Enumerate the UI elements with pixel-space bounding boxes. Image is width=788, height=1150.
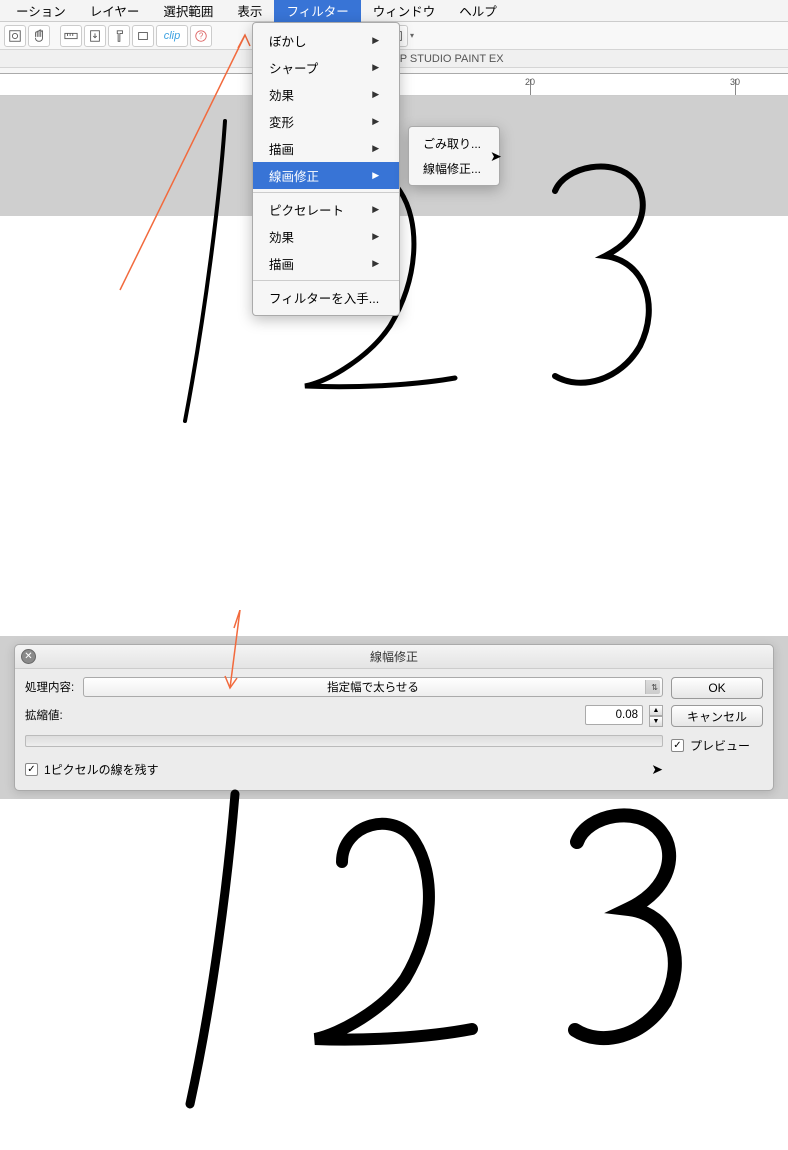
chevron-right-icon: ▶: [372, 143, 379, 154]
preview-label: プレビュー: [690, 737, 750, 754]
filter-blur[interactable]: ぼかし▶: [253, 27, 399, 54]
filter-get-filters[interactable]: フィルターを入手...: [253, 284, 399, 311]
submenubtn-line-width-correct[interactable]: 線幅修正...: [409, 156, 499, 181]
dialog-backdrop: ✕ 線幅修正 処理内容: 指定幅で太らせる ⇅ 拡縮値: ▲: [0, 636, 788, 1119]
mouse-cursor-icon: ➤: [490, 148, 502, 165]
menu-separator: [253, 280, 399, 281]
ruler-tick: 20: [525, 77, 535, 87]
ruler-icon[interactable]: [60, 25, 82, 47]
ruler-tick: 30: [730, 77, 740, 87]
drawn-digit-3-thick: [555, 804, 715, 1074]
preview-checkbox[interactable]: ✓: [671, 739, 684, 752]
cancel-button[interactable]: キャンセル: [671, 705, 763, 727]
chevron-right-icon: ▶: [372, 170, 379, 181]
mouse-cursor-icon: ➤: [651, 761, 663, 778]
chevron-right-icon: ▶: [372, 89, 379, 100]
step-down-icon[interactable]: ▼: [649, 716, 663, 727]
menu-animation[interactable]: ーション: [4, 0, 78, 23]
menu-view[interactable]: 表示: [225, 0, 274, 23]
line-width-dialog: ✕ 線幅修正 処理内容: 指定幅で太らせる ⇅ 拡縮値: ▲: [14, 644, 774, 791]
chevron-right-icon: ▶: [372, 62, 379, 73]
scale-input[interactable]: [585, 705, 643, 725]
dialog-title: ✕ 線幅修正: [15, 645, 773, 669]
chevron-updown-icon: ⇅: [651, 683, 658, 692]
scale-slider[interactable]: [25, 735, 663, 747]
arrow-down-icon[interactable]: [84, 25, 106, 47]
filter-effect2[interactable]: 効果▶: [253, 223, 399, 250]
scale-stepper[interactable]: ▲ ▼: [649, 705, 663, 725]
menu-help[interactable]: ヘルプ: [447, 0, 509, 23]
keep-1px-checkbox[interactable]: ✓: [25, 763, 38, 776]
process-select[interactable]: 指定幅で太らせる ⇅: [83, 677, 663, 697]
menubar: ーション レイヤー 選択範囲 表示 フィルター ウィンドウ ヘルプ: [0, 0, 788, 22]
menu-layer[interactable]: レイヤー: [78, 0, 152, 23]
filter-menu: ぼかし▶ シャープ▶ 効果▶ 変形▶ 描画▶ 線画修正▶ ピクセレート▶ 効果▶…: [252, 22, 400, 316]
chevron-right-icon: ▶: [372, 204, 379, 215]
filter-sharpen[interactable]: シャープ▶: [253, 54, 399, 81]
chevron-right-icon: ▶: [372, 258, 379, 269]
filter-transform[interactable]: 変形▶: [253, 108, 399, 135]
process-label: 処理内容:: [25, 679, 77, 695]
chevron-right-icon: ▶: [372, 35, 379, 46]
ok-button[interactable]: OK: [671, 677, 763, 699]
drawn-digit-2-thick: [300, 804, 490, 1074]
submenubtn-dust-clean[interactable]: ごみ取り...: [409, 131, 499, 156]
line-correction-submenu: ごみ取り... 線幅修正...: [408, 126, 500, 186]
close-icon[interactable]: ✕: [21, 649, 36, 664]
drawn-digit-1-thick: [175, 789, 265, 1119]
canvas-after[interactable]: [0, 799, 788, 1119]
chevron-right-icon: ▶: [372, 231, 379, 242]
menu-selection[interactable]: 選択範囲: [151, 0, 225, 23]
keep-1px-label: 1ピクセルの線を残す: [44, 761, 159, 778]
filter-pixelate[interactable]: ピクセレート▶: [253, 196, 399, 223]
filter-line-correction[interactable]: 線画修正▶: [253, 162, 399, 189]
drawn-digit-3: [535, 156, 685, 416]
fit-view-icon[interactable]: [4, 25, 26, 47]
filter-draw2[interactable]: 描画▶: [253, 250, 399, 277]
step-up-icon[interactable]: ▲: [649, 705, 663, 716]
hand-icon[interactable]: [28, 25, 50, 47]
menu-filter[interactable]: フィルター: [274, 0, 360, 23]
filter-effect[interactable]: 効果▶: [253, 81, 399, 108]
scale-label: 拡縮値:: [25, 707, 77, 723]
menu-window[interactable]: ウィンドウ: [361, 0, 448, 23]
chevron-right-icon: ▶: [372, 116, 379, 127]
menu-separator: [253, 192, 399, 193]
filter-draw[interactable]: 描画▶: [253, 135, 399, 162]
